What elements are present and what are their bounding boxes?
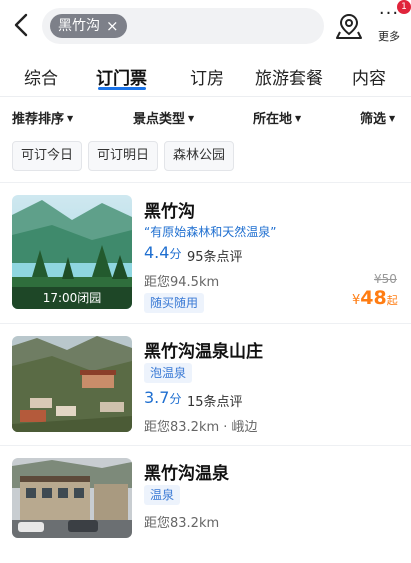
score-unit: 分 — [169, 247, 182, 261]
caret-down-icon: ▼ — [295, 114, 302, 123]
distance-text: 距您94.5km — [144, 275, 220, 290]
distance-text: 距您83.2km · 峨边 — [144, 420, 258, 435]
result-thumbnail — [12, 336, 132, 432]
score-value: 4.4 — [144, 243, 170, 262]
tab-hotels[interactable]: 订房 — [190, 64, 224, 89]
quick-filter-forest-park[interactable]: 森林公园 — [164, 141, 235, 171]
filter-more[interactable]: 筛选 ▼ — [360, 108, 395, 127]
price-suffix: 起 — [386, 294, 398, 307]
hot-spring-building-photo — [12, 458, 132, 538]
distance-text: 距您83.2km — [144, 516, 220, 531]
chevron-left-icon — [14, 13, 28, 37]
search-box[interactable]: 黑竹沟 × — [42, 8, 324, 44]
tab-content[interactable]: 内容 — [352, 64, 386, 89]
filter-bar: 推荐排序 ▼ 景点类型 ▼ 所在地 ▼ 筛选 ▼ — [0, 104, 411, 132]
result-slogan: “有原始森林和天然温泉” — [144, 225, 277, 239]
search-keyword-text: 黑竹沟 — [58, 18, 100, 34]
card-divider — [0, 323, 411, 324]
result-title[interactable]: 黑竹沟温泉山庄 — [144, 337, 263, 362]
result-thumbnail: 17:00闭园 — [12, 195, 132, 309]
result-score: 3.7分 — [144, 388, 181, 407]
tab-packages[interactable]: 旅游套餐 — [255, 64, 323, 89]
caret-down-icon: ▼ — [389, 114, 396, 123]
filter-location-label: 所在地 — [253, 112, 293, 127]
review-count[interactable]: 95条点评 — [187, 246, 243, 265]
section-divider — [0, 182, 411, 183]
result-title[interactable]: 黑竹沟温泉 — [144, 459, 229, 484]
original-price: ¥50 — [374, 272, 397, 286]
score-unit: 分 — [169, 392, 182, 406]
result-thumbnail — [12, 458, 132, 538]
closing-time-label: 17:00闭园 — [12, 287, 132, 309]
filter-more-label: 筛选 — [360, 112, 387, 127]
notification-badge: 1 — [397, 0, 411, 14]
top-bar: 黑竹沟 × ··· 更多 1 — [0, 0, 411, 52]
filter-attraction-type[interactable]: 景点类型 ▼ — [133, 108, 194, 127]
score-value: 3.7 — [144, 388, 170, 407]
tab-tickets[interactable]: 订门票 — [96, 64, 147, 89]
filter-sort-label: 推荐排序 — [12, 112, 65, 127]
result-title[interactable]: 黑竹沟 — [144, 197, 195, 222]
map-location-button[interactable] — [336, 12, 362, 40]
active-tab-indicator — [98, 87, 146, 90]
tabs-divider — [0, 96, 411, 97]
result-score: 4.4分 — [144, 243, 181, 262]
review-count[interactable]: 15条点评 — [187, 391, 243, 410]
filter-sort[interactable]: 推荐排序 ▼ — [12, 108, 73, 127]
caret-down-icon: ▼ — [188, 114, 195, 123]
feature-tag: 泡温泉 — [144, 363, 193, 383]
feature-tag: 温泉 — [144, 485, 181, 505]
caret-down-icon: ▼ — [67, 114, 74, 123]
price-value: 48 — [360, 287, 387, 309]
filter-type-label: 景点类型 — [133, 112, 186, 127]
quick-filter-today[interactable]: 可订今日 — [12, 141, 83, 171]
quick-filter-tomorrow[interactable]: 可订明日 — [88, 141, 159, 171]
clear-keyword-icon[interactable]: × — [106, 14, 119, 38]
category-tabs: 综合 订门票 订房 旅游套餐 内容 — [0, 56, 411, 96]
filter-location[interactable]: 所在地 ▼ — [253, 108, 301, 127]
card-divider — [0, 445, 411, 446]
map-pin-icon — [336, 13, 362, 39]
more-label: 更多 — [378, 30, 400, 43]
tab-comprehensive[interactable]: 综合 — [24, 64, 58, 89]
feature-tag: 随买随用 — [144, 293, 205, 313]
mountain-village-photo — [12, 336, 132, 432]
search-keyword-chip[interactable]: 黑竹沟 × — [50, 14, 127, 38]
current-price: ¥48起 — [352, 287, 398, 309]
back-button[interactable] — [10, 12, 34, 38]
